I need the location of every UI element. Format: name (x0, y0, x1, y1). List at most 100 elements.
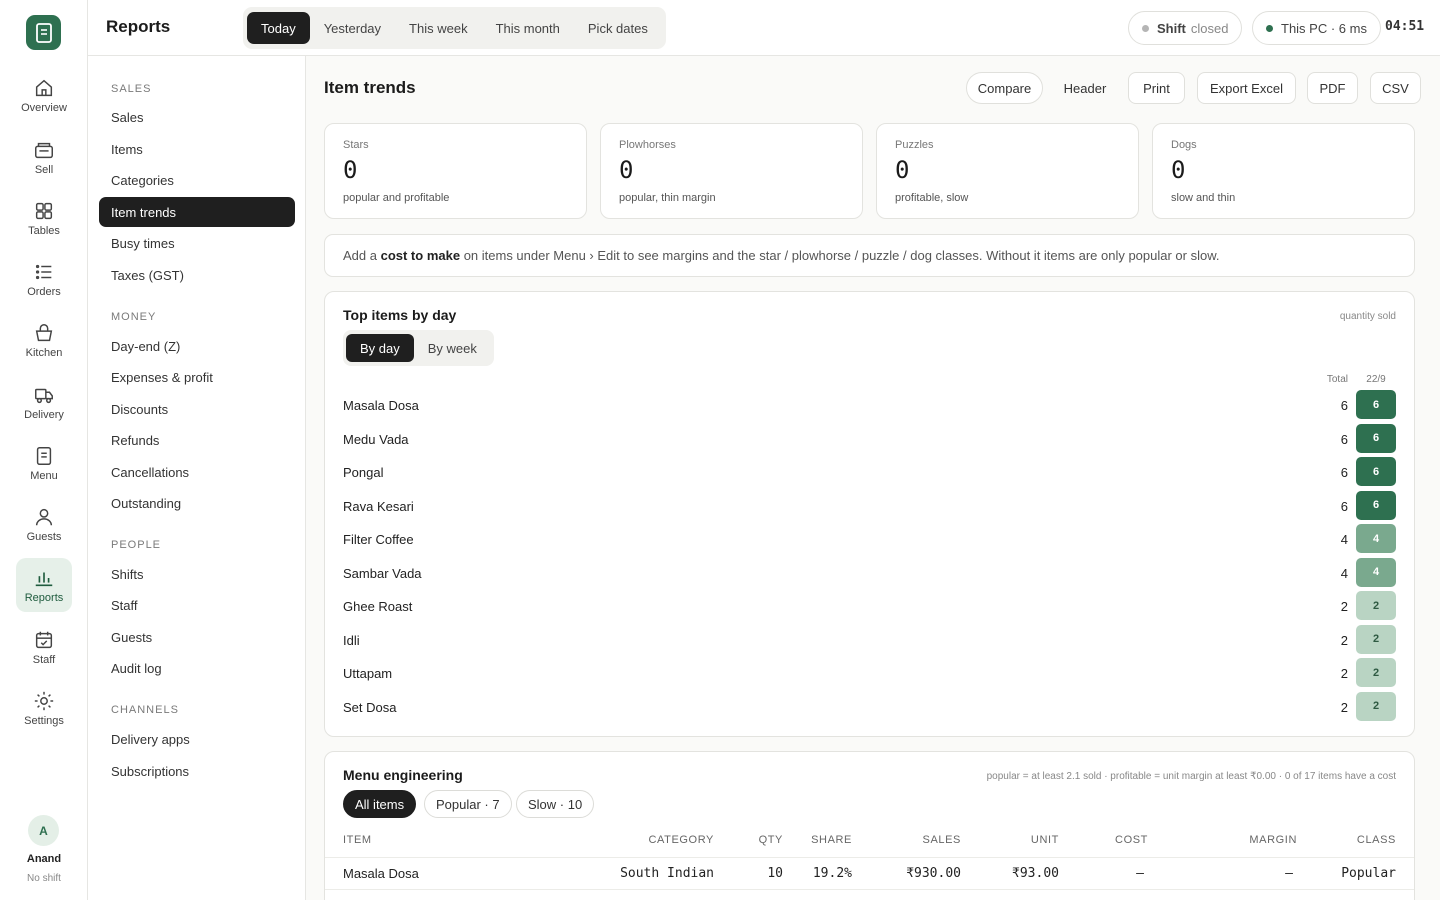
filter-popular[interactable]: Popular · 7 (424, 790, 512, 818)
rail-item-label: Staff (32, 653, 56, 666)
sidebar-item-expenses-profit[interactable]: Expenses & profit (99, 362, 295, 392)
item-total: 6 (1340, 498, 1348, 514)
item-name: Sambar Vada (343, 565, 422, 581)
sidebar-item-taxes[interactable]: Taxes (GST) (99, 260, 295, 290)
rail-item-kitchen[interactable]: Kitchen (16, 313, 72, 367)
sidebar-item-item-trends[interactable]: Item trends (99, 197, 295, 227)
list-item[interactable]: Idli 2 2 (325, 624, 1414, 657)
range-this-month-button[interactable]: This month (482, 12, 574, 44)
filter-all-items[interactable]: All items (343, 790, 417, 818)
sidebar-item-discounts[interactable]: Discounts (99, 394, 295, 424)
rail-item-reports[interactable]: Reports (16, 558, 72, 612)
heatmap-cell: 6 (1356, 457, 1396, 486)
sidebar-item-busy-times[interactable]: Busy times (99, 228, 295, 258)
range-today-button[interactable]: Today (247, 12, 310, 44)
item-name: Filter Coffee (343, 532, 414, 547)
tab-by-week[interactable]: By week (414, 334, 491, 362)
sidebar-item-items[interactable]: Items (99, 134, 295, 164)
app-logo[interactable] (26, 15, 61, 50)
sidebar-item-delivery-apps[interactable]: Delivery apps (99, 724, 295, 754)
column-header-share[interactable]: SHARE (811, 834, 852, 846)
range-pick-dates-button[interactable]: Pick dates (574, 12, 662, 44)
device-status-dot-icon (1266, 24, 1273, 32)
column-header-qty[interactable]: QTY (759, 834, 783, 846)
sidebar-item-audit-log[interactable]: Audit log (99, 653, 295, 683)
header-button[interactable]: Header (1051, 72, 1119, 104)
rail-item-sell[interactable]: Sell (16, 130, 72, 184)
date-range-selector: Today Yesterday This week This month Pic… (243, 7, 666, 49)
rail-item-settings[interactable]: Settings (16, 681, 72, 735)
list-item[interactable]: Ghee Roast 2 2 (325, 590, 1414, 623)
list-item[interactable]: Filter Coffee 4 4 (325, 523, 1414, 556)
heatmap-cell: 6 (1356, 423, 1396, 453)
column-header-item[interactable]: ITEM (343, 834, 372, 846)
item-name: Rava Kesari (343, 498, 414, 514)
rail-item-overview[interactable]: Overview (16, 68, 72, 122)
heatmap-cell: 6 (1356, 490, 1396, 520)
delivery-icon (35, 388, 53, 403)
list-item[interactable]: Medu Vada 6 6 (325, 423, 1414, 456)
column-header-total: Total (1326, 374, 1348, 385)
cell-item: Masala Dosa (343, 866, 419, 881)
compare-button[interactable]: Compare (966, 72, 1043, 104)
column-header-sales[interactable]: SALES (923, 834, 961, 846)
list-item[interactable]: Uttapam 2 2 (325, 657, 1414, 690)
range-this-week-button[interactable]: This week (395, 12, 482, 44)
sidebar-item-subscriptions[interactable]: Subscriptions (99, 756, 295, 786)
panel-title: Top items by day (343, 307, 457, 323)
rail-item-staff[interactable]: Staff (16, 620, 72, 674)
column-header-unit[interactable]: UNIT (1031, 834, 1059, 846)
calendar-icon (35, 631, 53, 648)
column-header-category[interactable]: CATEGORY (648, 834, 714, 846)
sidebar-item-outstanding[interactable]: Outstanding (99, 488, 295, 518)
list-item[interactable]: Rava Kesari 6 6 (325, 490, 1414, 523)
sidebar-item-shifts[interactable]: Shifts (99, 559, 295, 589)
rail-item-label: Kitchen (25, 346, 63, 359)
rail-item-guests[interactable]: Guests (16, 497, 72, 551)
page-title: Reports (106, 17, 171, 36)
rail-item-orders[interactable]: Orders (16, 252, 72, 306)
export-excel-button[interactable]: Export Excel (1197, 72, 1296, 104)
stat-description: popular and profitable (343, 192, 450, 204)
filter-slow[interactable]: Slow · 10 (516, 790, 595, 818)
print-button[interactable]: Print (1128, 72, 1185, 104)
csv-button[interactable]: CSV (1370, 72, 1421, 104)
shift-status-pill[interactable]: Shift closed (1128, 11, 1243, 45)
user-name: Anand (26, 853, 62, 865)
avatar[interactable]: A (28, 815, 59, 846)
item-total: 2 (1340, 632, 1348, 648)
column-header-margin[interactable]: MARGIN (1249, 834, 1297, 846)
stat-value: 0 (1171, 156, 1186, 184)
app-rail: Overview Sell Tables Orders Kitchen Deli… (0, 0, 88, 900)
chart-icon (35, 572, 53, 586)
item-total: 2 (1340, 699, 1348, 715)
sidebar-item-categories[interactable]: Categories (99, 165, 295, 195)
sidebar-item-day-end[interactable]: Day-end (Z) (99, 331, 295, 361)
stat-card-plowhorses: Plowhorses 0 popular, thin margin (600, 123, 863, 219)
list-item[interactable]: Sambar Vada 4 4 (325, 557, 1414, 590)
list-item[interactable]: Pongal 6 6 (325, 456, 1414, 489)
top-bar: Reports Today Yesterday This week This m… (88, 0, 1440, 56)
range-yesterday-button[interactable]: Yesterday (310, 12, 395, 44)
sidebar-item-staff[interactable]: Staff (99, 590, 295, 620)
heatmap-cell: 4 (1356, 524, 1396, 553)
item-total: 2 (1340, 599, 1348, 614)
device-status-pill[interactable]: This PC · 6 ms (1252, 11, 1381, 45)
rail-item-tables[interactable]: Tables (16, 191, 72, 245)
column-header-class[interactable]: CLASS (1357, 834, 1396, 846)
person-icon (35, 508, 53, 525)
sidebar-item-cancellations[interactable]: Cancellations (99, 457, 295, 487)
stat-description: slow and thin (1171, 192, 1236, 204)
sidebar-item-sales[interactable]: Sales (99, 102, 295, 132)
stat-description: profitable, slow (895, 192, 969, 204)
tab-by-day[interactable]: By day (346, 334, 414, 362)
heatmap-cell: 4 (1356, 557, 1396, 587)
pdf-button[interactable]: PDF (1307, 72, 1358, 104)
list-item[interactable]: Masala Dosa 6 6 (325, 389, 1414, 422)
column-header-cost[interactable]: COST (1115, 834, 1148, 846)
sidebar-item-guests[interactable]: Guests (99, 622, 295, 652)
rail-item-delivery[interactable]: Delivery (16, 375, 72, 429)
rail-item-menu[interactable]: Menu (16, 436, 72, 490)
sidebar-item-refunds[interactable]: Refunds (99, 425, 295, 455)
list-item[interactable]: Set Dosa 2 2 (325, 691, 1414, 724)
